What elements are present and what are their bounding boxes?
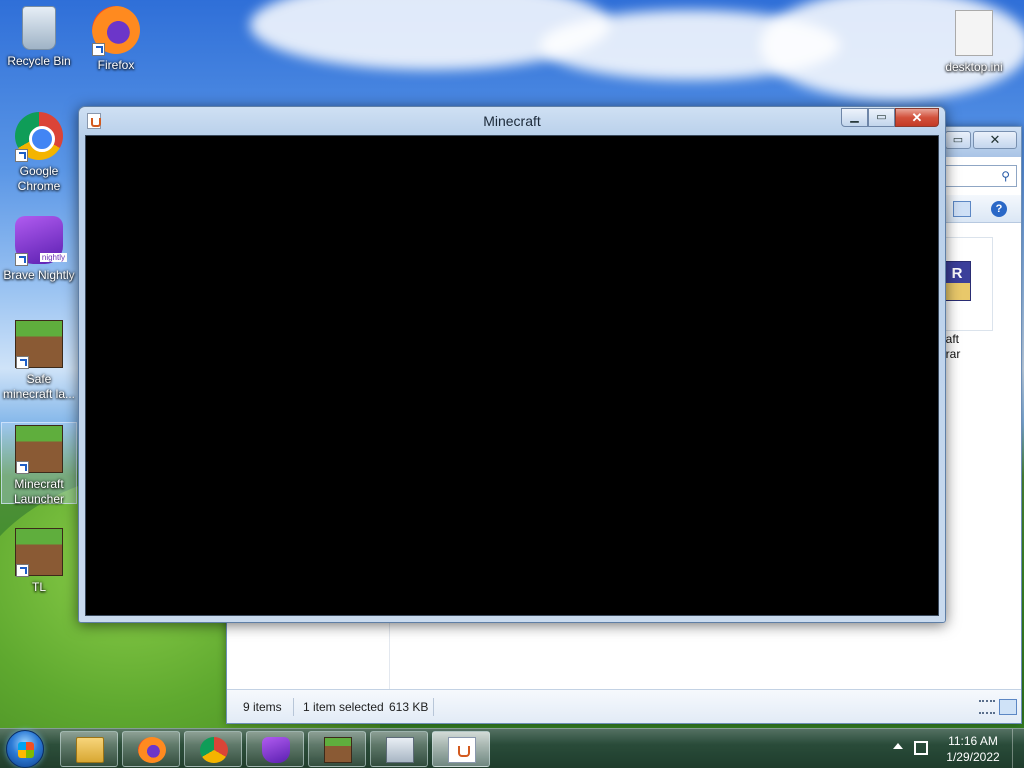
status-bar: 9 items 1 item selected 613 KB (227, 689, 1021, 723)
chrome-icon (200, 737, 228, 763)
taskbar-file-explorer[interactable] (60, 731, 118, 767)
desktop-icon-label: TL (31, 580, 46, 594)
firefox-icon (92, 6, 140, 56)
desktop-icon-label: Safe minecraft la... (2, 372, 76, 401)
desktop-icon-minecraft-launcher[interactable]: Minecraft Launcher (1, 422, 77, 506)
grass-block-icon (15, 320, 63, 369)
details-view-icon[interactable] (979, 700, 995, 714)
taskbar: 11:16 AM 1/29/2022 (0, 728, 1024, 768)
desktop-icon-label: Recycle Bin (7, 54, 71, 68)
status-item-count: 9 items (243, 700, 282, 714)
status-separator (293, 698, 294, 716)
start-button[interactable] (6, 730, 44, 768)
close-button[interactable]: ✕ (895, 108, 939, 127)
desktop-icon-label: Minecraft Launcher (13, 477, 65, 506)
chrome-icon (15, 112, 63, 162)
minimize-button[interactable]: ▁ (841, 108, 868, 127)
grass-block-icon (15, 528, 63, 577)
desktop-icon-label: Google Chrome (17, 164, 61, 193)
help-icon[interactable]: ? (991, 201, 1007, 217)
preview-pane-button[interactable] (953, 201, 971, 217)
status-separator (433, 698, 434, 716)
taskbar-minecraft-launcher[interactable] (308, 731, 366, 767)
status-size: 613 KB (389, 700, 429, 714)
desktop-icon-label: desktop.ini (945, 60, 1003, 74)
shortcut-arrow-icon (16, 356, 29, 369)
folder-icon (76, 737, 104, 763)
taskbar-chrome[interactable] (184, 731, 242, 767)
desktop-icon-google-chrome[interactable]: Google Chrome (1, 112, 77, 194)
rar-badge-letter: R (951, 265, 963, 282)
nightly-badge: nightly (39, 253, 67, 262)
brave-lion-icon (262, 737, 290, 763)
grass-block-icon (15, 425, 63, 474)
desktop-icon-safe-minecraft-launcher[interactable]: Safe minecraft la... (1, 320, 77, 402)
desktop-icon-desktop-ini[interactable]: desktop.ini (936, 10, 1012, 75)
shortcut-arrow-icon (15, 149, 28, 162)
maximize-button[interactable]: ▭ (945, 131, 971, 149)
desktop-icon-label: Brave Nightly (3, 268, 75, 282)
shortcut-arrow-icon (15, 253, 28, 266)
grass-block-icon (324, 737, 352, 763)
recycle-bin-icon (22, 6, 56, 50)
taskbar-java[interactable] (432, 731, 490, 767)
network-icon[interactable] (914, 741, 928, 755)
taskbar-firefox[interactable] (122, 731, 180, 767)
game-canvas[interactable] (85, 135, 939, 616)
close-button[interactable]: ✕ (973, 131, 1017, 149)
shortcut-arrow-icon (92, 43, 105, 56)
desktop-icon-label: Firefox (97, 58, 135, 72)
large-icons-view-icon[interactable] (999, 699, 1017, 715)
search-icon: ⚲ (1001, 169, 1010, 183)
taskbar-brave-nightly[interactable] (246, 731, 304, 767)
clock-time: 11:16 AM (948, 734, 998, 748)
shortcut-arrow-icon (16, 461, 29, 474)
maximize-button[interactable]: ▭ (868, 108, 895, 127)
minecraft-window[interactable]: Minecraft ▁ ▭ ✕ (78, 106, 946, 623)
desktop-icon-tl[interactable]: TL (1, 528, 77, 595)
status-selection: 1 item selected (303, 700, 384, 714)
system-clock[interactable]: 11:16 AM 1/29/2022 (934, 733, 1012, 765)
desktop-icon-firefox[interactable]: Firefox (78, 6, 154, 73)
brave-lion-icon: nightly (15, 216, 67, 266)
clock-date: 1/29/2022 (946, 750, 1000, 764)
window-title: Minecraft (483, 113, 541, 129)
taskbar-performance-monitor[interactable] (370, 731, 428, 767)
window-controls: ▁ ▭ ✕ (841, 108, 939, 128)
show-hidden-icons-icon[interactable] (893, 743, 903, 749)
desktop-icon-recycle-bin[interactable]: Recycle Bin (1, 6, 77, 69)
settings-file-icon (955, 10, 993, 56)
java-icon (448, 737, 476, 763)
shortcut-arrow-icon (16, 564, 29, 577)
desktop-icon-brave-nightly[interactable]: nightly Brave Nightly (1, 216, 77, 283)
show-desktop-button[interactable] (1012, 729, 1024, 768)
firefox-icon (138, 737, 166, 763)
minecraft-titlebar[interactable]: Minecraft ▁ ▭ ✕ (79, 107, 945, 135)
monitor-icon (386, 737, 414, 763)
rar-archive-icon: R (943, 261, 971, 301)
